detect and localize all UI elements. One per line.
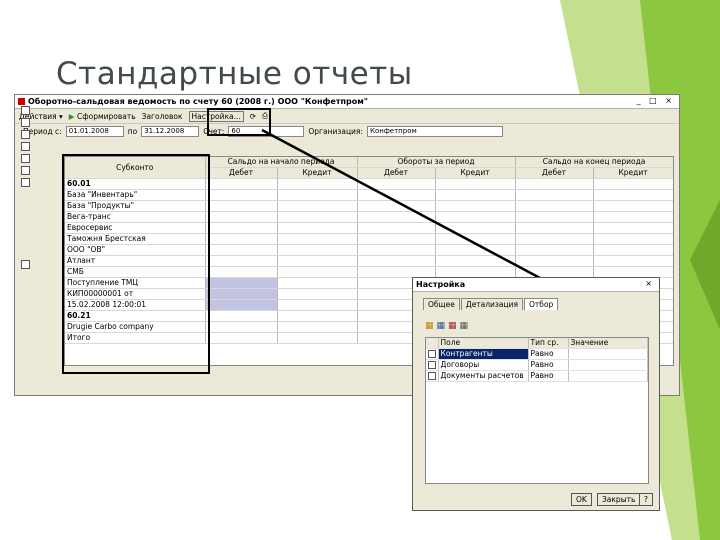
- copy-icon[interactable]: ▦: [437, 321, 449, 331]
- filter-row[interactable]: Контрагенты Равно: [426, 348, 648, 360]
- filter-checkbox[interactable]: [426, 370, 439, 382]
- checkbox-icon[interactable]: [428, 372, 436, 380]
- filter-type-cell[interactable]: Равно: [528, 348, 569, 360]
- edit-icon[interactable]: ▦: [460, 321, 472, 331]
- filter-toolbar: ▦▦▦▦: [425, 321, 471, 331]
- dialog-titlebar[interactable]: Настройка ×: [413, 278, 659, 292]
- filter-field-cell[interactable]: Контрагенты: [438, 348, 529, 360]
- field-header: Поле: [438, 338, 529, 349]
- tab-detail[interactable]: Детализация: [460, 298, 524, 310]
- settings-dialog: Настройка × Общее Детализация Отбор ▦▦▦▦…: [412, 277, 660, 511]
- delete-icon[interactable]: ▦: [448, 321, 460, 331]
- filter-value-cell[interactable]: [568, 359, 648, 371]
- filter-table-wrap: Поле Тип ср. Значение Контрагенты Равно До…: [425, 337, 649, 484]
- filter-type-cell[interactable]: Равно: [528, 370, 569, 382]
- dialog-title: Настройка: [416, 280, 466, 289]
- value-header: Значение: [568, 338, 648, 349]
- checkbox-icon[interactable]: [428, 361, 436, 369]
- filter-table: Поле Тип ср. Значение Контрагенты Равно До…: [426, 338, 648, 382]
- type-header: Тип ср.: [528, 338, 569, 349]
- tab-filter[interactable]: Отбор: [524, 298, 559, 310]
- filter-checkbox[interactable]: [426, 359, 439, 371]
- close-button[interactable]: Закрыть: [597, 493, 641, 506]
- checkbox-icon[interactable]: [428, 350, 436, 358]
- filter-field-cell[interactable]: Договоры: [438, 359, 529, 371]
- filter-value-cell[interactable]: [568, 348, 648, 360]
- filter-checkbox[interactable]: [426, 348, 439, 360]
- filter-row[interactable]: Договоры Равно: [426, 359, 648, 371]
- filter-field-cell[interactable]: Документы расчетов: [438, 370, 529, 382]
- filter-row[interactable]: Документы расчетов Равно: [426, 370, 648, 382]
- filter-value-cell[interactable]: [568, 370, 648, 382]
- tab-general[interactable]: Общее: [423, 298, 460, 310]
- dialog-tabs: Общее Детализация Отбор: [413, 292, 659, 310]
- check-header: [426, 338, 439, 349]
- dialog-close-icon[interactable]: ×: [645, 279, 655, 288]
- ok-button[interactable]: OK: [571, 493, 592, 506]
- add-icon[interactable]: ▦: [425, 321, 437, 331]
- filter-type-cell[interactable]: Равно: [528, 359, 569, 371]
- help-button[interactable]: ?: [639, 493, 653, 506]
